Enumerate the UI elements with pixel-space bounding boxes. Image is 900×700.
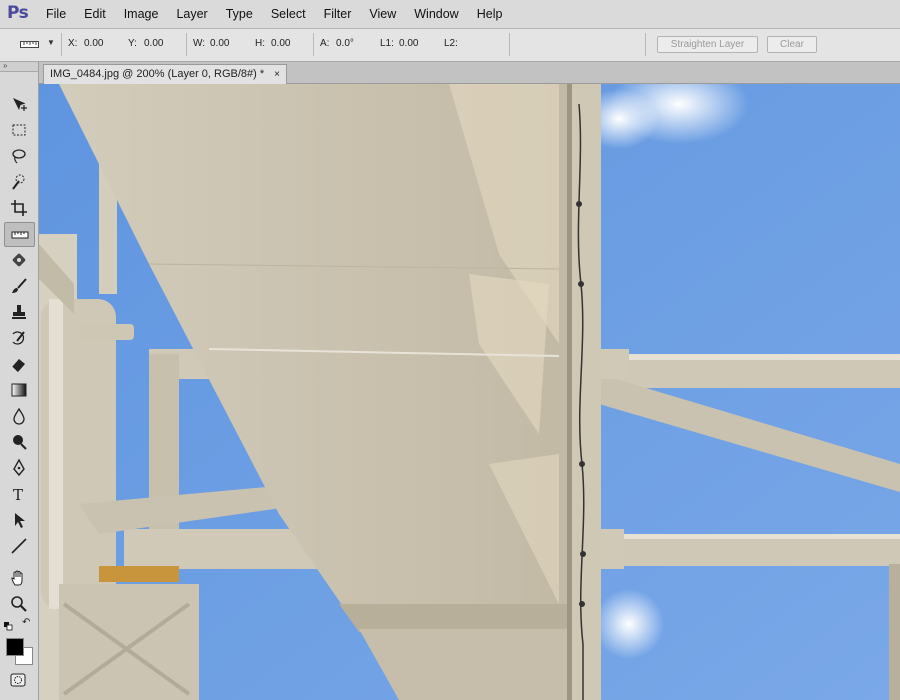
default-colors-button[interactable] <box>4 620 13 631</box>
move-icon <box>12 97 27 111</box>
document-tab-title: IMG_0484.jpg @ 200% (Layer 0, RGB/8#) * <box>50 68 265 80</box>
l2-label: L2: <box>444 38 458 49</box>
move-tool[interactable] <box>4 92 33 115</box>
x-label: X: <box>68 38 78 49</box>
clear-button[interactable]: Clear <box>767 36 817 53</box>
ruler-icon <box>11 231 28 238</box>
blur-tool[interactable] <box>4 404 33 427</box>
x-value: 0.00 <box>84 38 104 49</box>
options-bar: ▼ X: 0.00 Y: 0.00 W: 0.00 H: 0.00 A: 0.0… <box>0 29 900 62</box>
document-canvas[interactable] <box>39 84 900 700</box>
marquee-tool[interactable] <box>4 118 33 141</box>
toolbox-collapse[interactable]: » <box>0 62 38 72</box>
line-tool[interactable] <box>4 534 33 557</box>
tool-preset-picker[interactable]: ▼ <box>20 38 56 52</box>
separator <box>645 33 646 56</box>
photo-image <box>39 84 900 700</box>
default-colors-icon <box>4 622 13 631</box>
stamp-icon <box>11 304 26 319</box>
document-tab-bar: IMG_0484.jpg @ 200% (Layer 0, RGB/8#) * … <box>39 62 900 84</box>
foreground-color-swatch[interactable] <box>6 638 24 656</box>
menu-select[interactable]: Select <box>262 0 315 28</box>
crop-tool[interactable] <box>4 196 33 219</box>
separator <box>509 33 510 56</box>
ruler-tool[interactable] <box>4 222 35 247</box>
gradient-tool[interactable] <box>4 378 33 401</box>
angle-label: A: <box>320 38 330 49</box>
separator <box>61 33 62 56</box>
healing-icon <box>12 253 25 266</box>
beam-side <box>567 84 601 700</box>
dodge-tool[interactable] <box>4 430 33 453</box>
cloud <box>594 589 664 659</box>
menu-layer[interactable]: Layer <box>167 0 216 28</box>
brush-tool[interactable] <box>4 274 33 297</box>
menu-type[interactable]: Type <box>217 0 262 28</box>
pen-icon <box>12 458 25 476</box>
h-value: 0.00 <box>271 38 291 49</box>
marquee-icon <box>12 124 25 135</box>
history-brush-icon <box>12 330 25 345</box>
blur-icon <box>12 407 25 425</box>
svg-text:T: T <box>13 486 23 503</box>
stamp-tool[interactable] <box>4 300 33 323</box>
path-select-icon <box>14 512 25 528</box>
dodge-icon <box>12 434 27 450</box>
separator <box>186 33 187 56</box>
type-icon: T <box>13 486 23 503</box>
w-value: 0.00 <box>210 38 230 49</box>
chevron-down-icon: ▼ <box>47 38 55 47</box>
path-select-tool[interactable] <box>4 508 33 531</box>
menu-image[interactable]: Image <box>115 0 168 28</box>
w-label: W: <box>193 38 206 49</box>
beam-edge <box>339 604 579 632</box>
menu-window[interactable]: Window <box>405 0 467 28</box>
brush-icon <box>11 277 27 293</box>
swap-colors-button[interactable]: ↶ <box>22 618 33 629</box>
eraser-icon <box>11 358 25 372</box>
l1-value: 0.00 <box>399 38 419 49</box>
type-tool[interactable]: T <box>4 482 33 505</box>
history-brush-tool[interactable] <box>4 326 33 349</box>
quick-mask-button[interactable] <box>10 673 26 687</box>
hand-tool[interactable] <box>4 566 33 589</box>
lasso-tool[interactable] <box>4 144 33 167</box>
menu-file[interactable]: File <box>37 0 75 28</box>
toolbox-panel: » T ↶ <box>0 62 39 700</box>
menu-view[interactable]: View <box>360 0 405 28</box>
lasso-icon <box>11 148 26 163</box>
swap-arrow-icon: ↶ <box>22 617 31 628</box>
document-tab[interactable]: IMG_0484.jpg @ 200% (Layer 0, RGB/8#) * … <box>43 64 288 84</box>
quick-mask-icon <box>10 673 26 687</box>
menu-filter[interactable]: Filter <box>315 0 361 28</box>
close-icon[interactable]: × <box>274 65 280 84</box>
zoom-tool[interactable] <box>4 592 33 615</box>
eraser-tool[interactable] <box>4 352 33 375</box>
straighten-layer-button[interactable]: Straighten Layer <box>657 36 758 53</box>
menu-help[interactable]: Help <box>468 0 512 28</box>
menu-list: File Edit Image Layer Type Select Filter… <box>37 0 511 28</box>
l1-label: L1: <box>380 38 394 49</box>
y-value: 0.00 <box>144 38 164 49</box>
gradient-icon <box>11 383 26 396</box>
quick-select-tool[interactable] <box>4 170 33 193</box>
crop-icon <box>10 199 27 216</box>
pen-tool[interactable] <box>4 456 33 479</box>
y-label: Y: <box>128 38 137 49</box>
zoom-icon <box>10 595 27 612</box>
menu-bar: Ps File Edit Image Layer Type Select Fil… <box>0 0 900 29</box>
hand-icon <box>10 570 22 585</box>
quick-select-icon <box>11 174 24 190</box>
ruler-icon <box>20 41 39 48</box>
line-icon <box>10 537 27 554</box>
separator <box>313 33 314 56</box>
app-logo: Ps <box>7 3 29 23</box>
h-label: H: <box>255 38 265 49</box>
angle-value: 0.0° <box>336 38 354 49</box>
label-plate <box>99 566 179 582</box>
menu-edit[interactable]: Edit <box>75 0 115 28</box>
healing-tool[interactable] <box>4 248 33 271</box>
